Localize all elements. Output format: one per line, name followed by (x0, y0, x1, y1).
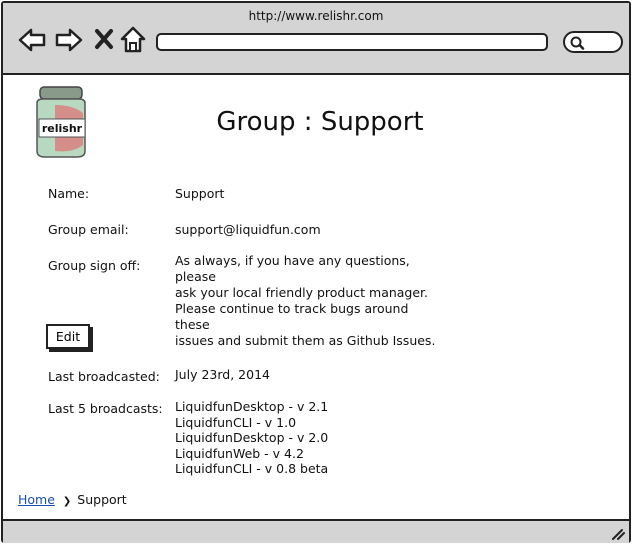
group-signoff-label: Group sign off: (48, 258, 141, 273)
last-5-broadcasts-label: Last 5 broadcasts: (48, 401, 163, 416)
address-bar[interactable] (156, 33, 548, 51)
last-broadcasted-value: July 23rd, 2014 (175, 367, 270, 382)
browser-toolbar: http://www.relishr.com (3, 3, 629, 75)
search-icon (570, 36, 585, 50)
signoff-line: issues and submit them as Github Issues. (175, 333, 436, 348)
last-5-broadcasts-list: LiquidfunDesktop - v 2.1 LiquidfunCLI - … (175, 399, 328, 477)
url-text: http://www.relishr.com (248, 9, 384, 23)
list-item: LiquidfunCLI - v 0.8 beta (175, 461, 329, 476)
last-broadcasted-label: Last broadcasted: (48, 369, 160, 384)
resize-grip-icon[interactable] (611, 528, 625, 540)
svg-text:relishr: relishr (42, 122, 83, 135)
search-box[interactable] (563, 31, 623, 53)
relishr-logo: relishr (36, 86, 86, 158)
list-item: LiquidfunWeb - v 4.2 (175, 445, 304, 461)
list-item: LiquidfunDesktop - v 2.1 (175, 399, 329, 414)
forward-icon[interactable] (54, 25, 84, 55)
close-icon[interactable] (91, 25, 121, 55)
back-icon[interactable] (17, 25, 47, 55)
breadcrumb: Home ❯ Support (18, 492, 127, 507)
list-item: LiquidfunDesktop - v 2.0 (175, 430, 329, 445)
list-item: LiquidfunCLI - v 1.0 (175, 414, 297, 430)
page-title: Group : Support (216, 107, 424, 137)
breadcrumb-home-link[interactable]: Home (18, 492, 55, 507)
signoff-line: ask your local friendly product manager. (175, 285, 429, 300)
signoff-line: Please continue to track bugs around the… (175, 301, 409, 332)
group-signoff-text: As always, if you have any questions, pl… (175, 253, 445, 349)
group-email-label: Group email: (48, 222, 129, 237)
status-bar (3, 519, 629, 543)
breadcrumb-current: Support (77, 492, 127, 507)
group-email-value: support@liquidfun.com (175, 222, 321, 237)
browser-frame: http://www.relishr.com relishr Group: S… (1, 1, 631, 543)
chevron-right-icon: ❯ (62, 496, 72, 507)
home-icon[interactable] (119, 25, 149, 55)
browser-window: http://www.relishr.com relishr Group: S… (0, 0, 634, 546)
signoff-line: As always, if you have any questions, pl… (175, 253, 410, 284)
name-value: Support (175, 186, 225, 201)
name-label: Name: (48, 186, 90, 201)
edit-button[interactable]: Edit (46, 324, 90, 349)
